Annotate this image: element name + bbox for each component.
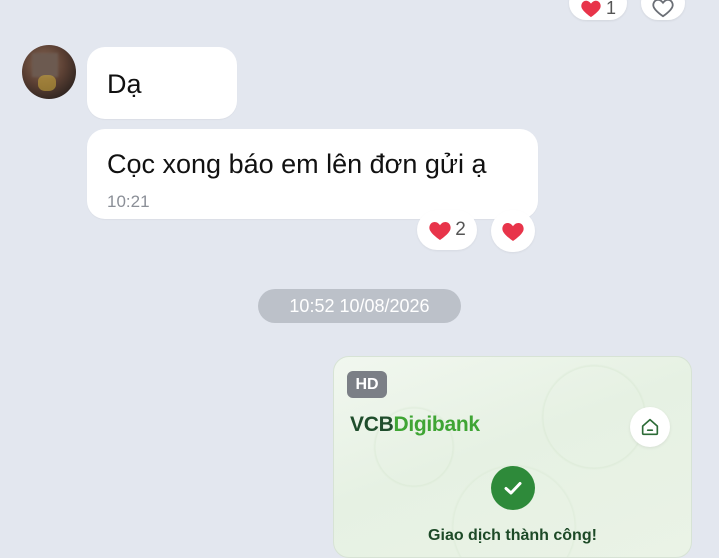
- message-bubble[interactable]: Cọc xong báo em lên đơn gửi ạ 10:21: [87, 129, 538, 219]
- logo-vcb: VCB: [350, 413, 394, 436]
- top-reaction-heart-pill[interactable]: 1: [569, 0, 627, 20]
- heart-icon: [581, 0, 601, 18]
- reaction-heart-pill[interactable]: 2: [417, 210, 477, 250]
- message-bubble[interactable]: Dạ: [87, 47, 237, 119]
- checkmark-icon: [491, 466, 535, 510]
- timestamp-divider: 10:52 10/08/2026: [258, 289, 461, 323]
- logo-digibank: Digibank: [393, 413, 480, 436]
- vcb-digibank-logo: VCBDigibank: [350, 413, 480, 437]
- message-text: Cọc xong báo em lên đơn gửi ạ: [107, 149, 487, 179]
- transaction-status-text: Giao dịch thành công!: [428, 527, 597, 544]
- react-heart-button[interactable]: [491, 210, 535, 252]
- top-reaction-count: 1: [605, 0, 616, 18]
- hd-badge: HD: [347, 371, 387, 398]
- heart-icon: [502, 223, 524, 241]
- avatar-image-detail: [32, 53, 58, 77]
- message-time: 10:21: [107, 192, 150, 211]
- avatar[interactable]: [22, 45, 76, 99]
- reaction-count: 2: [455, 219, 466, 240]
- avatar-image-detail: [38, 75, 56, 91]
- message-text: Dạ: [107, 69, 142, 99]
- heart-icon: [429, 222, 451, 240]
- heart-outline-icon: [652, 0, 674, 18]
- image-message[interactable]: HD VCBDigibank Giao dịch thành công!: [333, 356, 692, 558]
- add-reaction-button[interactable]: [641, 0, 685, 20]
- home-icon: [630, 407, 670, 447]
